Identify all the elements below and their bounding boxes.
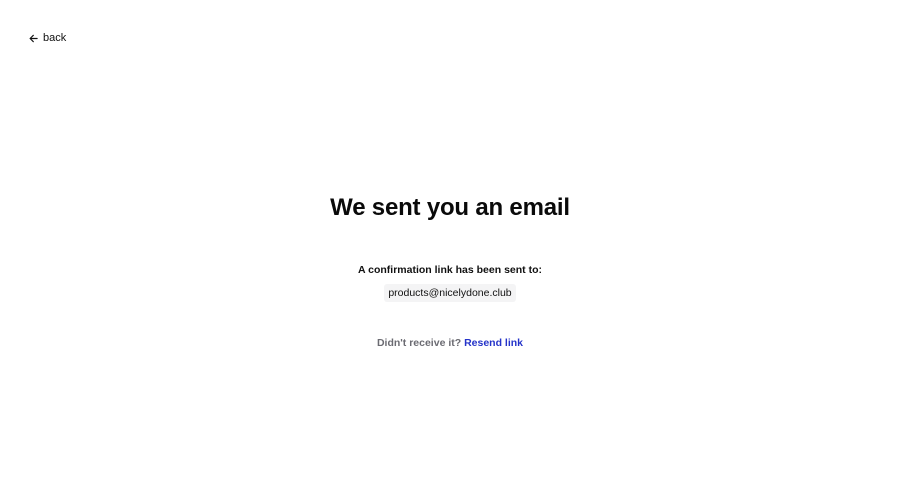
page-title: We sent you an email: [330, 194, 570, 221]
email-sent-page: back We sent you an email A confirmation…: [0, 0, 900, 484]
not-received-text: Didn't receive it?: [376, 337, 462, 349]
back-label: back: [43, 32, 67, 44]
back-button[interactable]: back: [29, 32, 66, 44]
confirmation-text: A confirmation link has been sent to:: [358, 264, 542, 276]
email-address: products@nicelydone.club: [384, 284, 516, 302]
arrow-left-icon: [29, 34, 38, 43]
resend-row: Didn't receive it? Resend link: [0, 335, 900, 351]
resend-link-button[interactable]: Resend link: [464, 337, 523, 349]
confirmation-panel: We sent you an email A confirmation link…: [0, 190, 900, 351]
